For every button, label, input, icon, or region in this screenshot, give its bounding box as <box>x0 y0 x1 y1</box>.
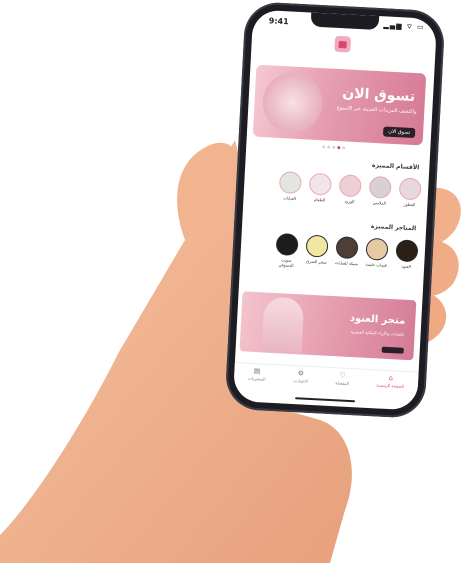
tab-label: المشتريات <box>247 375 266 382</box>
hero-title: تسوق الان <box>341 85 416 106</box>
store-item[interactable]: سحر الشرق <box>304 234 330 269</box>
tab-home[interactable]: ⌂ الصفحة الرئيسية <box>376 370 405 395</box>
store-label: قيمات حليمة <box>365 261 387 268</box>
promo-button[interactable] <box>381 346 404 354</box>
carousel-dot[interactable] <box>342 146 346 150</box>
carousel-dot[interactable] <box>322 145 326 149</box>
store-item[interactable]: سويت الدسوقي <box>274 232 300 268</box>
featured-stores-title: المتاجر المميزة <box>370 222 417 233</box>
category-item[interactable]: الملابس <box>367 175 392 206</box>
category-thumbnail <box>278 171 302 195</box>
store-label: شيكة للعبايات <box>334 260 358 267</box>
store-thumbnail <box>275 232 299 257</box>
home-indicator <box>295 397 356 403</box>
carousel-dot[interactable] <box>327 145 331 149</box>
carousel-dot[interactable] <box>337 146 341 150</box>
category-thumbnail <box>308 172 332 196</box>
carousel-dots <box>322 145 346 150</box>
category-item[interactable]: العطور <box>397 177 422 207</box>
heart-icon: ♡ <box>339 371 346 380</box>
category-item[interactable]: الطعام <box>307 172 332 203</box>
store-promo-banner[interactable]: متجر العنود بالعبايات والأزياء الملكية ا… <box>239 291 417 361</box>
bottom-tab-bar: ⌂ الصفحة الرئيسية ♡ المفضلة ⚙ الاعدادت ▤ المشتر… <box>233 361 419 397</box>
store-label: سويت الدسوقي <box>278 257 294 268</box>
category-thumbnail <box>368 175 392 199</box>
tab-heart[interactable]: ♡ المفضلة <box>335 368 350 393</box>
category-thumbnail <box>338 174 362 198</box>
hero-subtitle: واكتشف المزيدات الحديثة عبر الاسبوع <box>336 104 417 116</box>
category-label: العطور <box>403 201 416 208</box>
shop-now-button[interactable]: تسوق الان <box>383 126 416 139</box>
hero-image <box>261 71 325 135</box>
home-icon: ⌂ <box>388 374 394 383</box>
carousel-dot[interactable] <box>332 145 336 149</box>
store-label: سحر الشرق <box>305 258 327 265</box>
store-item[interactable]: شيكة للعبايات <box>334 236 360 271</box>
category-thumbnail <box>398 177 422 201</box>
store-thumbnail <box>365 237 389 261</box>
store-thumbnail <box>335 236 359 260</box>
gear-icon: ⚙ <box>297 369 305 378</box>
phone-frame: 9:41 ▂▄▆ ⌔ ▭ تسوق الان واكتشف المزيدات ا… <box>224 1 446 419</box>
categories-row: العطور الملابس الورود الطعام العبايات <box>243 169 428 208</box>
tab-label: الصفحة الرئيسية <box>376 382 405 389</box>
tab-bag[interactable]: ▤ المشتريات <box>247 364 266 389</box>
store-thumbnail <box>395 239 419 263</box>
promo-title: متجر العنود <box>349 312 406 327</box>
promo-model-image <box>261 296 305 355</box>
category-label: الطعام <box>313 196 326 203</box>
store-item[interactable]: العنود <box>394 239 420 274</box>
category-item[interactable]: العبايات <box>277 171 302 201</box>
status-icons: ▂▄▆ ⌔ ▭ <box>383 21 425 32</box>
tab-label: المفضلة <box>335 380 350 386</box>
store-thumbnail <box>305 234 329 258</box>
featured-categories-title: الأقسام المميزة <box>371 161 420 172</box>
app-screen: 9:41 ▂▄▆ ⌔ ▭ تسوق الان واكتشف المزيدات ا… <box>232 9 438 411</box>
status-time: 9:41 <box>268 16 289 27</box>
category-item[interactable]: الورود <box>337 174 362 204</box>
bag-icon: ▤ <box>253 366 261 376</box>
category-label: الملابس <box>372 199 387 206</box>
tab-gear[interactable]: ⚙ الاعدادت <box>293 366 309 391</box>
category-label: العبايات <box>283 195 297 201</box>
promo-subtitle: بالعبايات والأزياء الملكية العصرية <box>350 328 405 337</box>
stores-row: العنود قيمات حليمة شيكة للعبايات سحر الشرق س… <box>240 231 426 275</box>
tab-label: الاعدادت <box>293 378 308 384</box>
category-label: الورود <box>344 198 355 205</box>
hero-banner[interactable]: تسوق الان واكتشف المزيدات الحديثة عبر ال… <box>252 64 427 146</box>
store-item[interactable]: قيمات حليمة <box>364 237 390 273</box>
store-label: العنود <box>401 263 411 270</box>
app-logo <box>334 35 352 53</box>
